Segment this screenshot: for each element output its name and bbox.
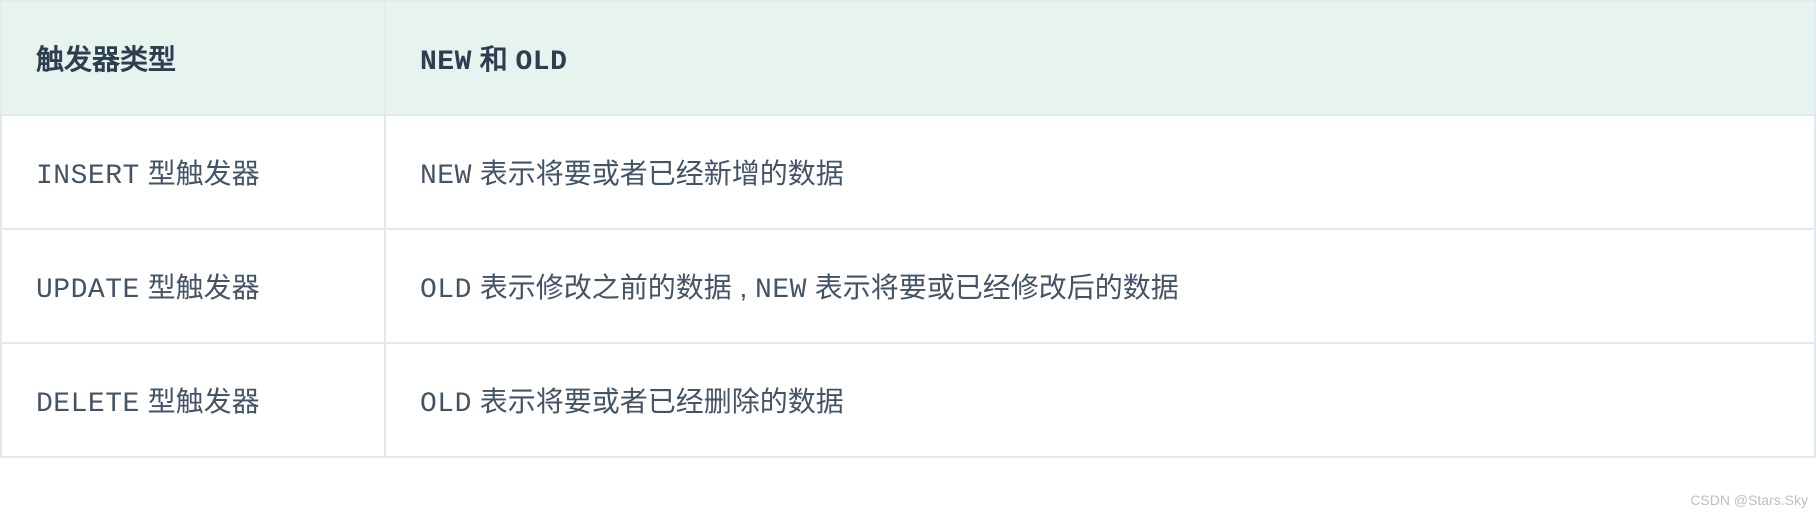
cell-description: OLD 表示将要或者已经删除的数据 <box>385 343 1815 457</box>
header-code-new: NEW <box>420 47 472 78</box>
desc-text: 表示将要或已经修改后的数据 <box>807 272 1179 303</box>
trigger-type-suffix: 型触发器 <box>140 272 260 303</box>
desc-text: 表示将要或者已经新增的数据 <box>472 158 844 189</box>
table-header-row: 触发器类型 NEW 和 OLD <box>1 1 1815 115</box>
cell-description: OLD 表示修改之前的数据 , NEW 表示将要或已经修改后的数据 <box>385 229 1815 343</box>
cell-description: NEW 表示将要或者已经新增的数据 <box>385 115 1815 229</box>
desc-text: 表示修改之前的数据 , <box>472 272 755 303</box>
desc-text: 表示将要或者已经删除的数据 <box>472 386 844 417</box>
table-row: DELETE 型触发器OLD 表示将要或者已经删除的数据 <box>1 343 1815 457</box>
trigger-type-code: DELETE <box>36 389 140 420</box>
desc-code: NEW <box>420 161 472 192</box>
trigger-type-suffix: 型触发器 <box>140 386 260 417</box>
table-row: INSERT 型触发器NEW 表示将要或者已经新增的数据 <box>1 115 1815 229</box>
trigger-type-code: INSERT <box>36 161 140 192</box>
trigger-type-table: 触发器类型 NEW 和 OLD INSERT 型触发器NEW 表示将要或者已经新… <box>0 0 1816 458</box>
table-body: INSERT 型触发器NEW 表示将要或者已经新增的数据UPDATE 型触发器O… <box>1 115 1815 457</box>
desc-code: NEW <box>755 275 807 306</box>
cell-trigger-type: UPDATE 型触发器 <box>1 229 385 343</box>
desc-code: OLD <box>420 389 472 420</box>
cell-trigger-type: INSERT 型触发器 <box>1 115 385 229</box>
header-code-old: OLD <box>515 47 567 78</box>
desc-code: OLD <box>420 275 472 306</box>
watermark: CSDN @Stars.Sky <box>1690 492 1808 508</box>
trigger-type-suffix: 型触发器 <box>140 158 260 189</box>
header-mid-text: 和 <box>472 44 516 75</box>
header-trigger-type: 触发器类型 <box>1 1 385 115</box>
header-new-old: NEW 和 OLD <box>385 1 1815 115</box>
trigger-type-code: UPDATE <box>36 275 140 306</box>
table-row: UPDATE 型触发器OLD 表示修改之前的数据 , NEW 表示将要或已经修改… <box>1 229 1815 343</box>
cell-trigger-type: DELETE 型触发器 <box>1 343 385 457</box>
